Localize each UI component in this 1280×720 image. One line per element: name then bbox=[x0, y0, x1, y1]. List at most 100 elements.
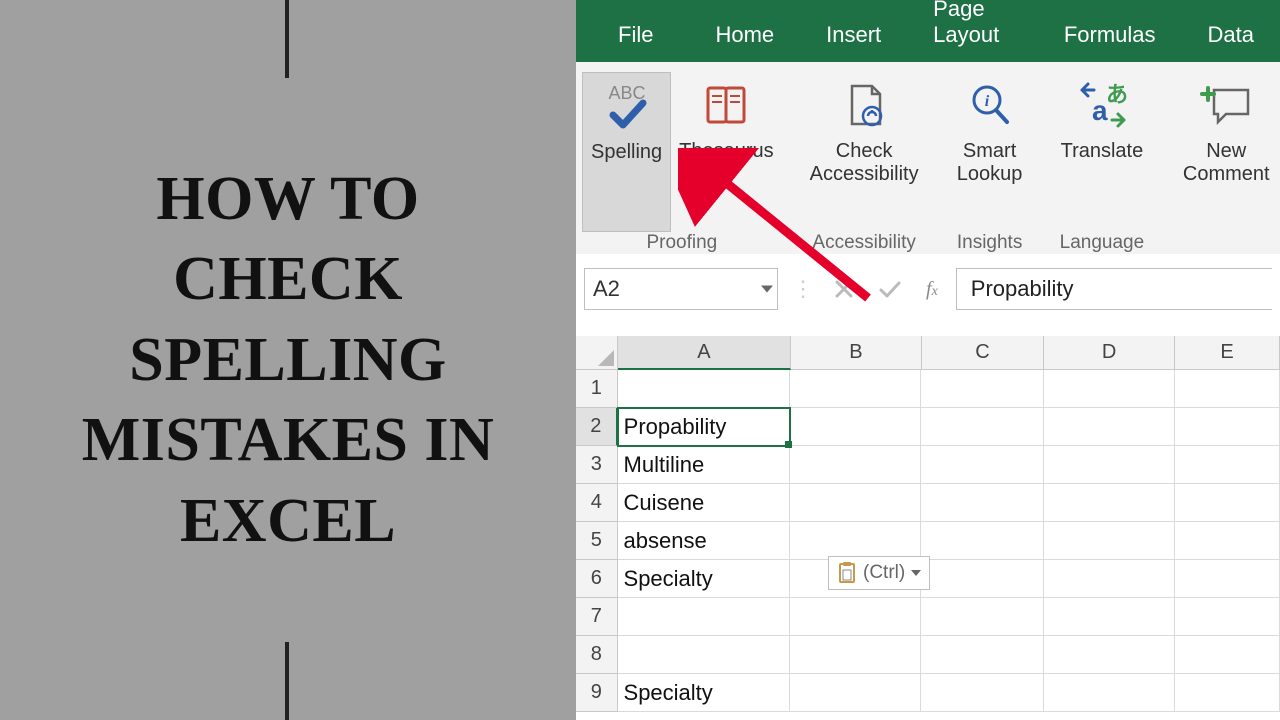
cell[interactable] bbox=[921, 446, 1044, 484]
row-header[interactable]: 5 bbox=[576, 522, 618, 560]
tab-data[interactable]: Data bbox=[1182, 6, 1280, 62]
cell[interactable] bbox=[790, 636, 921, 674]
column-header[interactable]: D bbox=[1044, 336, 1175, 370]
formula-bar[interactable]: Propability bbox=[956, 268, 1272, 310]
cell[interactable] bbox=[790, 370, 921, 408]
row-header[interactable]: 2 bbox=[576, 408, 618, 446]
cell[interactable] bbox=[790, 598, 921, 636]
cell[interactable] bbox=[921, 674, 1044, 712]
cell[interactable] bbox=[921, 598, 1044, 636]
tab-formulas[interactable]: Formulas bbox=[1038, 6, 1182, 62]
cell[interactable] bbox=[618, 636, 791, 674]
cell[interactable] bbox=[1175, 598, 1280, 636]
svg-text:i: i bbox=[984, 93, 989, 110]
cell[interactable] bbox=[790, 446, 921, 484]
cell[interactable] bbox=[790, 408, 921, 446]
title-panel: HOW TO CHECK SPELLING MISTAKES IN EXCEL bbox=[0, 0, 576, 720]
row-header[interactable]: 7 bbox=[576, 598, 618, 636]
cell[interactable] bbox=[1175, 560, 1280, 598]
tab-file[interactable]: File bbox=[582, 6, 689, 62]
column-header[interactable]: A bbox=[618, 336, 791, 370]
column-header[interactable]: B bbox=[791, 336, 922, 370]
cell[interactable] bbox=[1175, 484, 1280, 522]
paste-options-label: (Ctrl) bbox=[863, 562, 905, 584]
select-all-cell[interactable] bbox=[576, 336, 618, 370]
cell[interactable] bbox=[1044, 636, 1175, 674]
translate-button[interactable]: a あ Translate bbox=[1053, 72, 1152, 232]
ribbon: ABC Spelling bbox=[576, 62, 1280, 254]
check-accessibility-button[interactable]: Check Accessibility bbox=[802, 72, 927, 232]
svg-text:ABC: ABC bbox=[608, 83, 645, 103]
cancel-icon[interactable] bbox=[834, 279, 854, 299]
svg-text:あ: あ bbox=[1106, 82, 1128, 107]
cell[interactable]: Multiline bbox=[618, 446, 791, 484]
row-header[interactable]: 6 bbox=[576, 560, 618, 598]
enter-icon[interactable] bbox=[878, 279, 902, 299]
tab-home[interactable]: Home bbox=[689, 6, 800, 62]
cell[interactable]: Specialty bbox=[618, 674, 791, 712]
thesaurus-icon bbox=[698, 76, 754, 134]
page-title: HOW TO CHECK SPELLING MISTAKES IN EXCEL bbox=[82, 159, 495, 562]
row-header[interactable]: 4 bbox=[576, 484, 618, 522]
cell[interactable] bbox=[1044, 446, 1175, 484]
tab-page-layout[interactable]: Page Layout bbox=[907, 0, 1038, 62]
cell[interactable] bbox=[1044, 522, 1175, 560]
ribbon-group-label: Insights bbox=[947, 232, 1033, 260]
cell[interactable] bbox=[1044, 598, 1175, 636]
cell[interactable] bbox=[1175, 674, 1280, 712]
cell[interactable] bbox=[1044, 484, 1175, 522]
dropdown-icon[interactable] bbox=[761, 286, 773, 293]
ornament-bottom bbox=[285, 642, 289, 720]
row-header[interactable]: 8 bbox=[576, 636, 618, 674]
ribbon-group-label: Proofing bbox=[582, 232, 782, 260]
cell[interactable] bbox=[1175, 408, 1280, 446]
cell[interactable] bbox=[1044, 370, 1175, 408]
cell[interactable] bbox=[921, 522, 1044, 560]
spelling-button[interactable]: ABC Spelling bbox=[582, 72, 671, 232]
spreadsheet-grid[interactable]: ABCDE 12Propability3Multiline4Cuisene5ab… bbox=[576, 336, 1280, 712]
cell[interactable] bbox=[921, 370, 1044, 408]
cell[interactable]: absense bbox=[618, 522, 791, 560]
smart-lookup-button[interactable]: i Smart Lookup bbox=[947, 72, 1033, 232]
column-header[interactable]: E bbox=[1175, 336, 1280, 370]
row-header[interactable]: 1 bbox=[576, 370, 618, 408]
paste-options-tag[interactable]: (Ctrl) bbox=[828, 556, 930, 590]
cell[interactable] bbox=[790, 674, 921, 712]
ribbon-group-proofing: ABC Spelling bbox=[576, 72, 788, 254]
cell[interactable] bbox=[1044, 560, 1175, 598]
cell[interactable]: Propability bbox=[618, 408, 790, 446]
cell[interactable] bbox=[1175, 446, 1280, 484]
cell[interactable] bbox=[618, 370, 791, 408]
formula-bar-value: Propability bbox=[971, 276, 1074, 302]
formula-bar-icons: fx bbox=[828, 278, 944, 301]
cell[interactable] bbox=[921, 484, 1044, 522]
new-comment-button[interactable]: New Comment bbox=[1171, 72, 1280, 232]
cell[interactable] bbox=[921, 408, 1043, 446]
cell[interactable] bbox=[618, 598, 791, 636]
spelling-icon: ABC bbox=[599, 77, 655, 135]
name-box[interactable]: A2 bbox=[584, 268, 778, 310]
row-header[interactable]: 3 bbox=[576, 446, 618, 484]
cell[interactable] bbox=[790, 484, 921, 522]
cell[interactable]: Cuisene bbox=[618, 484, 791, 522]
cell[interactable] bbox=[921, 636, 1044, 674]
ribbon-group-language: a あ Translate Language bbox=[1047, 72, 1158, 254]
cell[interactable] bbox=[1175, 522, 1280, 560]
dropdown-icon[interactable] bbox=[911, 570, 921, 576]
ribbon-label: Translate bbox=[1061, 134, 1144, 163]
cell[interactable] bbox=[921, 560, 1044, 598]
cell[interactable]: Specialty bbox=[618, 560, 791, 598]
clipboard-icon bbox=[837, 561, 857, 585]
row-header[interactable]: 9 bbox=[576, 674, 618, 712]
column-header[interactable]: C bbox=[922, 336, 1044, 370]
insert-function-icon[interactable]: fx bbox=[926, 278, 938, 301]
thesaurus-button[interactable]: Thesaurus bbox=[671, 72, 782, 232]
cell[interactable] bbox=[1044, 408, 1175, 446]
cell[interactable] bbox=[1175, 636, 1280, 674]
cell[interactable] bbox=[1175, 370, 1280, 408]
ornament-top bbox=[285, 0, 289, 78]
tab-insert[interactable]: Insert bbox=[800, 6, 907, 62]
cell[interactable] bbox=[1044, 674, 1175, 712]
excel-window: File Home Insert Page Layout Formulas Da… bbox=[576, 0, 1280, 720]
cell[interactable] bbox=[790, 522, 921, 560]
